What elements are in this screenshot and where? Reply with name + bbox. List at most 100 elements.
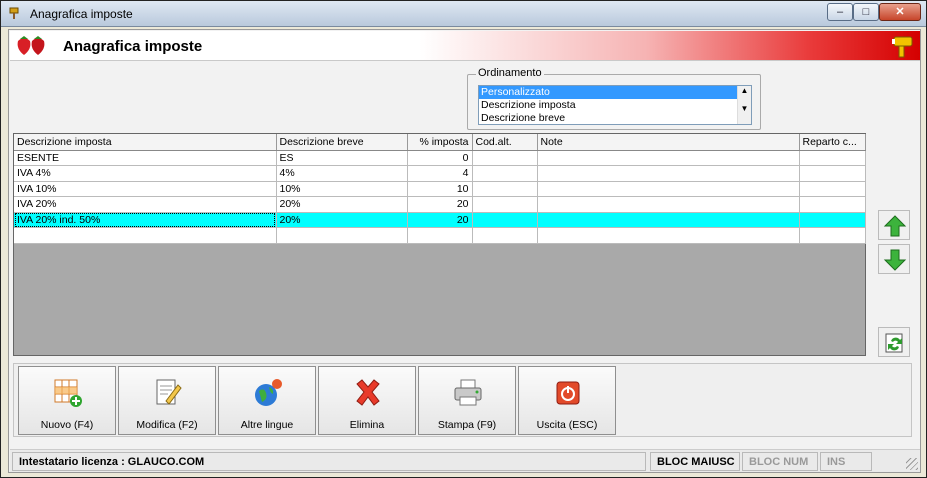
column-header-notes[interactable]: Note	[537, 134, 800, 151]
action-toolbar: Nuovo (F4) Modifica (F2) Altre lingue El…	[13, 363, 912, 437]
table-cell[interactable]: 4%	[276, 165, 408, 182]
power-icon	[556, 381, 580, 405]
move-down-button[interactable]	[878, 244, 910, 274]
maximize-button[interactable]: □	[853, 3, 879, 21]
new-grid-icon	[54, 379, 82, 407]
sort-group: Ordinamento Personalizzato Descrizione i…	[467, 67, 761, 130]
sort-option[interactable]: Descrizione breve	[479, 112, 738, 124]
print-button[interactable]: Stampa (F9)	[418, 366, 516, 435]
table-cell[interactable]: IVA 20% ind. 50%	[14, 212, 277, 228]
strawberry-logo-icon	[17, 36, 45, 55]
column-header-department[interactable]: Reparto c...	[799, 134, 866, 151]
table-row-selected[interactable]: IVA 20% ind. 50% 20% 20	[14, 212, 866, 228]
column-header-description[interactable]: Descrizione imposta	[14, 134, 277, 151]
title-bar[interactable]: Anagrafica imposte – □ ✕	[1, 1, 926, 27]
move-up-button[interactable]	[878, 210, 910, 240]
page-title: Anagrafica imposte	[63, 38, 203, 55]
print-button-label: Stampa (F9)	[437, 419, 497, 431]
table-row[interactable]: IVA 4% 4% 4	[14, 165, 866, 182]
main-window: Anagrafica imposte – □ ✕ Anagrafica impo…	[0, 0, 927, 478]
languages-button-label: Altre lingue	[240, 419, 294, 431]
gavel-icon	[892, 36, 913, 58]
table-cell[interactable]	[472, 196, 538, 213]
tax-grid[interactable]: Descrizione imposta Descrizione breve % …	[13, 133, 866, 356]
table-cell[interactable]: 10	[407, 181, 473, 197]
table-cell[interactable]	[799, 165, 866, 182]
table-cell[interactable]: 20%	[276, 212, 408, 228]
refresh-icon	[885, 333, 903, 353]
edit-button-label: Modifica (F2)	[136, 419, 198, 431]
table-cell[interactable]: 0	[407, 150, 473, 166]
delete-button-label: Elimina	[349, 419, 385, 431]
resize-grip[interactable]	[906, 458, 918, 470]
table-row[interactable]: ESENTE ES 0	[14, 150, 866, 166]
status-bar: Intestatario licenza : GLAUCO.COM BLOC M…	[10, 449, 920, 472]
gavel-icon	[9, 7, 19, 19]
exit-button[interactable]: Uscita (ESC)	[518, 366, 616, 435]
table-cell[interactable]	[472, 212, 538, 228]
delete-button[interactable]: Elimina	[318, 366, 416, 435]
table-cell[interactable]: 4	[407, 165, 473, 182]
sort-label: Ordinamento	[476, 67, 544, 79]
table-cell[interactable]: IVA 20%	[14, 196, 277, 213]
edit-button[interactable]: Modifica (F2)	[118, 366, 216, 435]
sort-option[interactable]: Descrizione imposta	[479, 99, 738, 112]
table-row[interactable]: IVA 20% 20% 20	[14, 196, 866, 213]
table-cell[interactable]	[14, 227, 277, 244]
num-lock-indicator: BLOC NUM	[742, 452, 818, 471]
column-header-alt-code[interactable]: Cod.alt.	[472, 134, 538, 151]
caps-lock-indicator: BLOC MAIUSC	[650, 452, 740, 471]
table-cell[interactable]	[276, 227, 408, 244]
edit-document-icon	[156, 379, 182, 405]
table-cell[interactable]	[799, 212, 866, 228]
table-cell[interactable]	[537, 165, 800, 182]
minimize-button[interactable]: –	[827, 3, 853, 21]
window-title: Anagrafica imposte	[30, 7, 133, 21]
arrow-up-icon	[883, 215, 907, 237]
table-cell[interactable]	[472, 227, 538, 244]
new-button-label: Nuovo (F4)	[40, 419, 94, 431]
sort-scrollbar[interactable]: ▲ ▼	[737, 86, 751, 124]
column-header-short-description[interactable]: Descrizione breve	[276, 134, 408, 151]
table-cell[interactable]: IVA 10%	[14, 181, 277, 197]
table-cell[interactable]	[537, 196, 800, 213]
close-button[interactable]: ✕	[879, 3, 921, 21]
license-holder-status: Intestatario licenza : GLAUCO.COM	[12, 452, 646, 471]
table-cell[interactable]: 20%	[276, 196, 408, 213]
table-cell[interactable]	[537, 227, 800, 244]
sort-listbox[interactable]: Personalizzato Descrizione imposta Descr…	[478, 85, 752, 125]
table-cell[interactable]: ESENTE	[14, 150, 277, 166]
table-cell[interactable]	[407, 227, 473, 244]
new-button[interactable]: Nuovo (F4)	[18, 366, 116, 435]
delete-x-icon	[356, 379, 380, 406]
table-row-empty[interactable]	[14, 227, 866, 244]
column-header-tax-percent[interactable]: % imposta	[407, 134, 473, 151]
table-cell[interactable]	[537, 212, 800, 228]
table-row[interactable]: IVA 10% 10% 10	[14, 181, 866, 197]
table-cell[interactable]: 20	[407, 196, 473, 213]
table-cell[interactable]: 10%	[276, 181, 408, 197]
table-cell[interactable]: IVA 4%	[14, 165, 277, 182]
arrow-down-icon	[883, 249, 907, 271]
grid-header-row: Descrizione imposta Descrizione breve % …	[14, 134, 866, 151]
table-cell[interactable]: ES	[276, 150, 408, 166]
table-cell[interactable]	[472, 150, 538, 166]
table-cell[interactable]	[537, 181, 800, 197]
insert-indicator: INS	[820, 452, 872, 471]
table-cell[interactable]	[472, 165, 538, 182]
exit-button-label: Uscita (ESC)	[536, 419, 598, 431]
client-area: Anagrafica imposte Ordinamento Personali…	[8, 29, 921, 473]
printer-icon	[454, 379, 482, 406]
table-cell[interactable]	[799, 181, 866, 197]
languages-button[interactable]: Altre lingue	[218, 366, 316, 435]
sort-option[interactable]: Personalizzato	[479, 86, 738, 99]
table-cell[interactable]	[799, 150, 866, 166]
table-cell[interactable]: 20	[407, 212, 473, 228]
table-cell[interactable]	[799, 227, 866, 244]
table-cell[interactable]	[799, 196, 866, 213]
header-banner: Anagrafica imposte	[10, 31, 920, 61]
table-cell[interactable]	[472, 181, 538, 197]
table-cell[interactable]	[537, 150, 800, 166]
refresh-button[interactable]	[878, 327, 910, 357]
globe-icon	[255, 379, 282, 406]
